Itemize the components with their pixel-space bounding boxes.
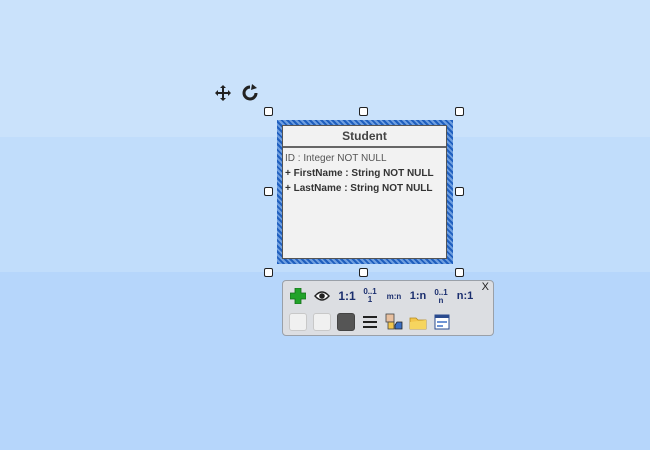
resize-handle-top-right[interactable]: [455, 107, 464, 116]
move-icon[interactable]: [214, 84, 232, 102]
visibility-icon[interactable]: [313, 288, 331, 304]
resize-handle-bottom-right[interactable]: [455, 268, 464, 277]
shapes-icon[interactable]: [385, 313, 403, 331]
rotate-icon[interactable]: [241, 84, 259, 102]
relation-n-to-one-button[interactable]: n:1: [454, 288, 476, 304]
resize-handle-top[interactable]: [359, 107, 368, 116]
relation-label-bottom: n: [438, 296, 444, 305]
entity-toolbar: X 1:1 0..1 1 m:n 1:n 0..1 n n:1: [282, 280, 494, 336]
close-toolbar-button[interactable]: X: [482, 281, 489, 293]
relation-one-to-one-button[interactable]: 1:1: [336, 288, 358, 304]
window-icon[interactable]: [433, 313, 451, 331]
resize-handle-top-left[interactable]: [264, 107, 273, 116]
add-attribute-icon[interactable]: [289, 287, 307, 305]
lines-icon[interactable]: [361, 313, 379, 331]
fill-light-swatch[interactable]: [289, 313, 307, 331]
resize-handle-left[interactable]: [264, 187, 273, 196]
resize-handle-right[interactable]: [455, 187, 464, 196]
relation-label-bottom: 1: [367, 295, 373, 304]
entity-student[interactable]: Student ID : Integer NOT NULL + FirstNam…: [282, 125, 447, 259]
background-band-top: [0, 0, 650, 137]
fill-dark-swatch[interactable]: [337, 313, 355, 331]
attribute-firstname[interactable]: + FirstName : String NOT NULL: [285, 166, 446, 181]
resize-handle-bottom-left[interactable]: [264, 268, 273, 277]
relation-one-to-n-button[interactable]: 1:n: [407, 288, 429, 304]
relation-zero-one-to-one-button[interactable]: 0..1 1: [361, 286, 379, 306]
attribute-list: ID : Integer NOT NULL + FirstName : Stri…: [283, 148, 446, 196]
relation-many-to-many-button[interactable]: m:n: [383, 288, 405, 304]
attribute-lastname[interactable]: + LastName : String NOT NULL: [285, 181, 446, 196]
fill-white-swatch[interactable]: [313, 313, 331, 331]
entity-title[interactable]: Student: [283, 126, 446, 148]
relation-zero-one-to-n-button[interactable]: 0..1 n: [432, 286, 450, 308]
folder-icon[interactable]: [409, 313, 427, 331]
attribute-id[interactable]: ID : Integer NOT NULL: [285, 151, 446, 166]
resize-handle-bottom[interactable]: [359, 268, 368, 277]
